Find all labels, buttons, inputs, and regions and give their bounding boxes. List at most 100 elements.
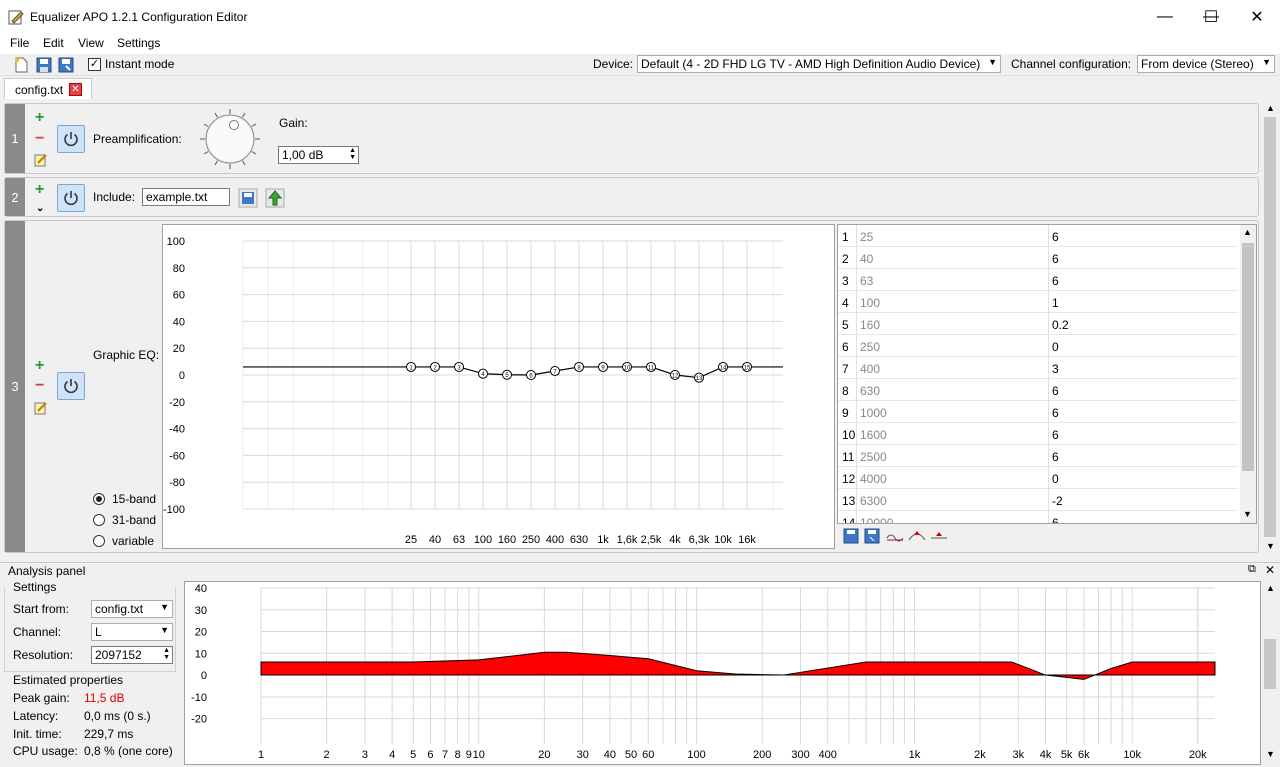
instant-mode-checkbox[interactable]: ✓ (88, 58, 101, 71)
power-toggle[interactable] (57, 184, 85, 212)
undock-icon[interactable]: ⧉ (1248, 563, 1256, 576)
device-select[interactable]: Default (4 - 2D FHD LG TV - AMD High Def… (637, 55, 1001, 73)
main-scrollbar[interactable]: ▲ ▼ (1262, 101, 1278, 556)
resolution-spinbox[interactable]: 2097152 ▲ ▼ (91, 646, 173, 664)
latency-label: Latency: (13, 709, 59, 723)
estimated-group-title: Estimated properties (13, 673, 124, 687)
graphic-eq-graph[interactable]: 100 80 60 40 20 0 -20 -40 -60 -80 -100 1 2 3 4 5 6 7 8 9 10 1… (162, 224, 835, 549)
scrollbar-thumb[interactable] (1264, 639, 1276, 689)
table-row[interactable]: 5 160 0.2 (838, 313, 1238, 335)
graphic-eq-plot[interactable]: 100806040200-20-40-60-80-1001 2 34 5 678 9 10 1… (163, 225, 834, 548)
row-index-cell: 14 (842, 516, 856, 524)
close-window-button[interactable]: ✕ (1234, 0, 1280, 34)
spin-arrows-icon[interactable]: ▲ ▼ (349, 147, 356, 161)
row-index-cell: 9 (842, 406, 849, 420)
close-panel-icon[interactable]: ✕ (1265, 563, 1275, 577)
tab-config[interactable]: config.txt ✕ (4, 78, 92, 99)
gain-cell[interactable]: 0 (1052, 340, 1059, 354)
table-row[interactable]: 13 6300 -2 (838, 489, 1238, 511)
scroll-down-icon[interactable]: ▼ (1243, 509, 1252, 519)
table-row[interactable]: 2 40 6 (838, 247, 1238, 269)
table-row[interactable]: 11 2500 6 (838, 445, 1238, 467)
add-filter-icon[interactable]: + (35, 358, 44, 374)
open-file-up-icon[interactable] (265, 188, 285, 208)
gain-cell[interactable]: 6 (1052, 406, 1059, 420)
gain-cell[interactable]: 6 (1052, 384, 1059, 398)
x-tick-label: 30 (577, 749, 589, 761)
band-15-radio[interactable] (93, 493, 105, 505)
gain-cell[interactable]: -2 (1052, 494, 1063, 508)
edit-icon[interactable] (34, 153, 48, 167)
table-row[interactable]: 1 25 6 (838, 225, 1238, 247)
minimize-window-button[interactable]: — (1142, 0, 1188, 34)
table-row[interactable]: 3 63 6 (838, 269, 1238, 291)
menu-file[interactable]: File (10, 36, 29, 50)
x-tick-label: 8 (455, 749, 461, 761)
channel-select[interactable]: L ▼ (91, 623, 173, 641)
gain-cell[interactable]: 6 (1052, 252, 1059, 266)
include-file-input[interactable]: example.txt (142, 188, 230, 206)
table-row[interactable]: 12 4000 0 (838, 467, 1238, 489)
scroll-up-icon[interactable]: ▲ (1266, 583, 1275, 593)
x-tick-label: 630 (570, 534, 588, 546)
remove-filter-icon[interactable]: − (35, 131, 44, 147)
x-tick-label: 1 (258, 749, 264, 761)
gain-cell[interactable]: 6 (1052, 450, 1059, 464)
new-file-icon[interactable] (12, 56, 30, 74)
table-row[interactable]: 7 400 3 (838, 357, 1238, 379)
scroll-down-icon[interactable]: ▼ (1266, 749, 1275, 759)
gain-cell[interactable]: 6 (1052, 230, 1059, 244)
frequency-cell: 2500 (860, 450, 887, 464)
channel-config-select[interactable]: From device (Stereo) ▼ (1137, 55, 1275, 73)
flatten-curve-icon[interactable] (886, 528, 904, 544)
scroll-up-icon[interactable]: ▲ (1243, 227, 1252, 237)
gain-cell[interactable]: 3 (1052, 362, 1059, 376)
table-scrollbar[interactable]: ▲ ▼ (1240, 225, 1256, 523)
table-row[interactable]: 6 250 0 (838, 335, 1238, 357)
save-icon[interactable] (35, 56, 53, 74)
table-row[interactable]: 14 10000 6 (838, 511, 1238, 524)
gain-cell[interactable]: 1 (1052, 296, 1059, 310)
menu-edit[interactable]: Edit (43, 36, 64, 50)
analysis-scrollbar[interactable]: ▲ ▼ (1262, 581, 1278, 765)
band-31-radio[interactable] (93, 514, 105, 526)
expand-chevron-icon[interactable]: ⌄ (36, 203, 44, 214)
lower-curve-icon[interactable] (930, 528, 948, 544)
add-filter-icon[interactable]: + (35, 110, 44, 126)
table-row[interactable]: 10 1600 6 (838, 423, 1238, 445)
gain-knob[interactable] (199, 108, 261, 170)
spin-arrows-icon[interactable]: ▲ ▼ (163, 647, 170, 661)
add-filter-icon[interactable]: + (35, 182, 44, 198)
table-row[interactable]: 9 1000 6 (838, 401, 1238, 423)
edit-icon[interactable] (34, 401, 48, 415)
gain-spinbox[interactable]: 1,00 dB ▲ ▼ (278, 146, 359, 164)
row-index-cell: 7 (842, 362, 849, 376)
power-toggle[interactable] (57, 372, 85, 400)
gain-cell[interactable]: 6 (1052, 516, 1059, 523)
menu-settings[interactable]: Settings (117, 36, 160, 50)
remove-filter-icon[interactable]: − (35, 378, 44, 394)
scrollbar-thumb[interactable] (1242, 243, 1254, 471)
scroll-down-icon[interactable]: ▼ (1266, 541, 1275, 551)
band-variable-radio[interactable] (93, 535, 105, 547)
start-from-select[interactable]: config.txt ▼ (91, 600, 173, 618)
gain-cell[interactable]: 6 (1052, 428, 1059, 442)
save-as-icon[interactable] (57, 56, 75, 74)
table-row[interactable]: 4 100 1 (838, 291, 1238, 313)
gain-cell[interactable]: 0 (1052, 472, 1059, 486)
band-table[interactable]: 1 25 6 2 40 6 3 63 6 4 100 1 5 160 0.2 6 250 0 7 400 3 8 630 6 9… (837, 224, 1257, 524)
menu-view[interactable]: View (78, 36, 104, 50)
save-icon[interactable] (843, 528, 859, 544)
y-tick-label: -40 (169, 424, 185, 436)
power-toggle[interactable] (57, 125, 85, 153)
browse-file-icon[interactable] (238, 188, 258, 208)
scrollbar-thumb[interactable] (1264, 117, 1276, 537)
close-tab-icon[interactable]: ✕ (69, 83, 82, 96)
raise-curve-icon[interactable] (908, 528, 926, 544)
maximize-button[interactable]: ☐ (1188, 0, 1234, 34)
table-row[interactable]: 8 630 6 (838, 379, 1238, 401)
scroll-up-icon[interactable]: ▲ (1266, 103, 1275, 113)
gain-cell[interactable]: 0.2 (1052, 318, 1069, 332)
gain-cell[interactable]: 6 (1052, 274, 1059, 288)
save-as-icon[interactable] (864, 528, 880, 544)
